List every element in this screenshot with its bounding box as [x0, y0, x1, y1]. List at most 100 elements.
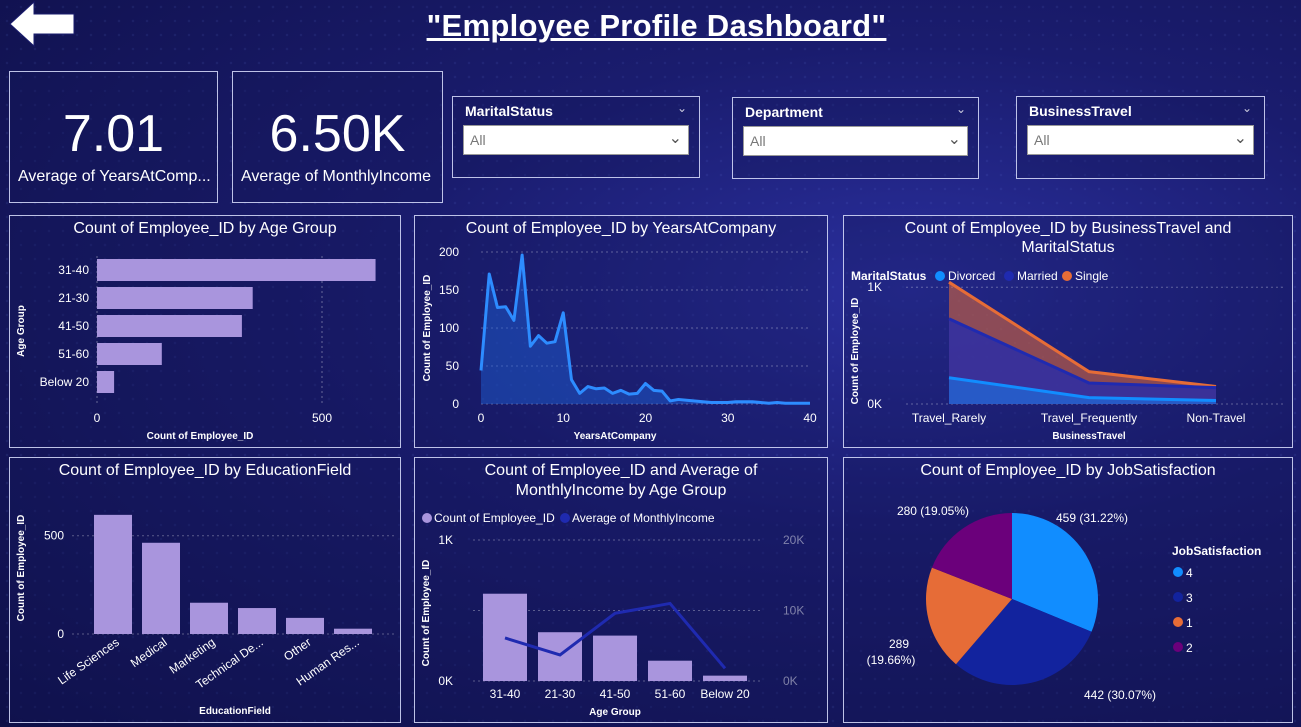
y-tick-label: 50	[446, 359, 460, 373]
bar	[483, 593, 527, 681]
data-label: 280 (19.05%)	[897, 504, 969, 518]
dropdown-arrow-icon[interactable]: ⌄	[1234, 128, 1247, 148]
legend-label: Average of MonthlyIncome	[572, 511, 715, 525]
x-tick-label: 20	[639, 411, 653, 425]
y-tick-label: 0	[57, 627, 64, 641]
bar	[593, 635, 637, 681]
x-tick-label: 40	[803, 411, 817, 425]
legend-marker	[1173, 592, 1183, 602]
data-label: 459 (31.22%)	[1056, 511, 1128, 525]
x-axis-title: EducationField	[199, 706, 271, 717]
legend-label: Divorced	[948, 269, 995, 283]
chevron-down-icon[interactable]: ⌄	[956, 102, 966, 116]
y2-tick-label: 0K	[783, 674, 798, 688]
x-axis-title: BusinessTravel	[1052, 431, 1126, 442]
data-label: (19.66%)	[867, 653, 916, 667]
category-label: 41-50	[600, 687, 631, 701]
y-tick-label: 1K	[867, 280, 882, 294]
years-area-chart: 0 50 100 150 200 0 10 20 30 40 YearsAtCompany Count…	[422, 245, 817, 442]
x-tick-label: Travel_Rarely	[912, 411, 986, 425]
x-tick-label: 0	[478, 411, 485, 425]
slicer-dropdown[interactable]: All ⌄	[463, 125, 689, 155]
chevron-down-icon[interactable]: ⌄	[677, 101, 687, 115]
slicer-department[interactable]: Department ⌄ All ⌄	[732, 97, 979, 179]
dropdown-arrow-icon[interactable]: ⌄	[948, 129, 961, 149]
job-satisfaction-pie-chart: 459 (31.22%) 442 (30.07%) 289 (19.66%) 280 (…	[867, 504, 1262, 702]
slicer-label: BusinessTravel	[1029, 103, 1132, 119]
bar	[648, 660, 692, 681]
page-title: "Employee Profile Dashboard"	[426, 8, 887, 43]
dropdown-arrow-icon[interactable]: ⌄	[669, 128, 682, 148]
legend-marker	[560, 513, 570, 523]
bar	[703, 675, 747, 681]
category-label: 31-40	[490, 687, 521, 701]
y-tick-label: 500	[44, 529, 64, 543]
bar	[97, 287, 253, 309]
kpi-card-income: 6.50K Average of MonthlyIncome	[232, 71, 443, 203]
x-tick-label: Non-Travel	[1187, 411, 1246, 425]
x-tick-label: Travel_Frequently	[1041, 411, 1137, 425]
legend-label: 1	[1186, 616, 1193, 630]
bar	[97, 343, 162, 365]
travel-area-chart: MaritalStatus Divorced Married Single 0K 1K Tr…	[850, 269, 1284, 442]
category-label: Medical	[128, 635, 170, 670]
x-tick-label: 0	[94, 411, 101, 425]
y-tick-label: 200	[439, 245, 459, 259]
kpi-label: Average of MonthlyIncome	[241, 168, 432, 185]
slicer-value: All	[470, 132, 486, 148]
legend-label: 4	[1186, 566, 1193, 580]
y2-tick-label: 20K	[783, 533, 804, 547]
slicer-label: Department	[745, 104, 823, 120]
slicer-businesstravel[interactable]: BusinessTravel ⌄ All ⌄	[1016, 96, 1265, 179]
y-tick-label: 1K	[438, 533, 453, 547]
legend-label: 3	[1186, 591, 1193, 605]
area-fill	[481, 255, 810, 404]
slicer-dropdown[interactable]: All ⌄	[743, 126, 968, 156]
kpi-label: Average of YearsAtComp...	[18, 168, 211, 185]
y-axis-title: Count of Employee_ID	[850, 298, 861, 405]
combo-chart: Count of Employee_ID Average of MonthlyIn…	[421, 511, 804, 718]
data-label: 289	[889, 637, 909, 651]
slicer-dropdown[interactable]: All ⌄	[1027, 125, 1254, 155]
legend-label: Married	[1017, 269, 1058, 283]
chart-panel-age-group: Count of Employee_ID by Age Group 0 500 31…	[9, 215, 401, 448]
legend-label: 2	[1186, 641, 1193, 655]
bar	[142, 542, 180, 634]
bar	[97, 371, 115, 393]
legend-title: MaritalStatus	[851, 269, 927, 283]
chart-panel-jobsatisfaction: Count of Employee_ID by JobSatisfaction …	[843, 457, 1293, 723]
x-tick-label: 10	[557, 411, 571, 425]
x-axis-title: Age Group	[589, 707, 641, 718]
y-axis-title: Age Group	[16, 305, 27, 357]
data-label: 442 (30.07%)	[1084, 688, 1156, 702]
chevron-down-icon[interactable]: ⌄	[1242, 101, 1252, 115]
kpi-card-years: 7.01 Average of YearsAtComp...	[9, 71, 218, 203]
category-label: Below 20	[700, 687, 750, 701]
bar	[538, 632, 582, 681]
category-label: 21-30	[58, 291, 89, 305]
y-tick-label: 150	[439, 283, 459, 297]
bar	[238, 608, 276, 634]
legend-marker	[935, 271, 945, 281]
y-axis-title: Count of Employee_ID	[16, 515, 27, 622]
kpi-value: 6.50K	[269, 105, 406, 163]
bar	[97, 315, 242, 337]
education-bar-chart: 0500Life Sciences MedicalMarketingTechnic…	[16, 514, 395, 717]
x-axis-title: Count of Employee_ID	[147, 431, 254, 442]
y2-tick-label: 10K	[783, 604, 804, 618]
y-tick-label: 0K	[438, 674, 453, 688]
legend-marker	[1173, 567, 1183, 577]
x-tick-label: 500	[312, 411, 332, 425]
y-tick-label: 100	[439, 321, 459, 335]
category-label: 31-40	[58, 263, 89, 277]
legend-label: Count of Employee_ID	[434, 511, 555, 525]
category-label: Below 20	[40, 375, 90, 389]
legend-marker	[422, 513, 432, 523]
bar	[97, 259, 376, 281]
y-axis-title: Count of Employee_ID	[422, 275, 433, 382]
chart-panel-combo: Count of Employee_ID and Average of Mont…	[414, 457, 828, 723]
slicer-maritalstatus[interactable]: MaritalStatus ⌄ All ⌄	[452, 96, 700, 178]
bar	[94, 514, 132, 634]
y-axis-title: Count of Employee_ID	[421, 560, 432, 667]
legend-label: Single	[1075, 269, 1109, 283]
